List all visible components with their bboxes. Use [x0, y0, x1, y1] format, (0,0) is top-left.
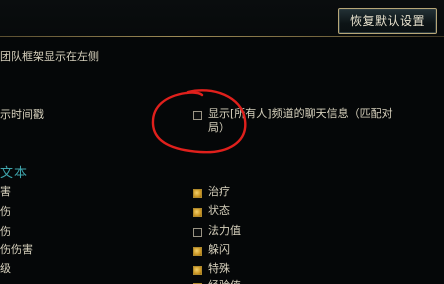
left-list-item: 伤 [0, 225, 11, 238]
left-list-item: 伤伤害 [0, 243, 33, 256]
party-frames-left-label: 团队框架显示在左侧 [0, 50, 99, 63]
left-list-item: 伤 [0, 205, 11, 218]
experience-label: 经验值 [208, 279, 241, 284]
heal-label: 治疗 [208, 185, 230, 198]
status-label: 状态 [208, 204, 230, 217]
special-checkbox[interactable] [193, 266, 202, 275]
dodge-label: 躲闪 [208, 243, 230, 256]
heal-checkbox[interactable] [193, 189, 202, 198]
section-title-text: 文本 [0, 166, 29, 181]
restore-defaults-button[interactable]: 恢复默认设置 [338, 8, 437, 34]
left-list-item: 害 [0, 185, 11, 198]
mana-label: 法力值 [208, 224, 241, 237]
status-checkbox[interactable] [193, 208, 202, 217]
red-circle-annotation [151, 89, 247, 154]
special-label: 特殊 [208, 262, 230, 275]
mana-checkbox[interactable] [193, 228, 202, 237]
timestamps-label: 示时间戳 [0, 108, 44, 121]
dodge-checkbox[interactable] [193, 247, 202, 256]
header-divider [0, 36, 444, 37]
left-list-item: 级 [0, 262, 11, 275]
